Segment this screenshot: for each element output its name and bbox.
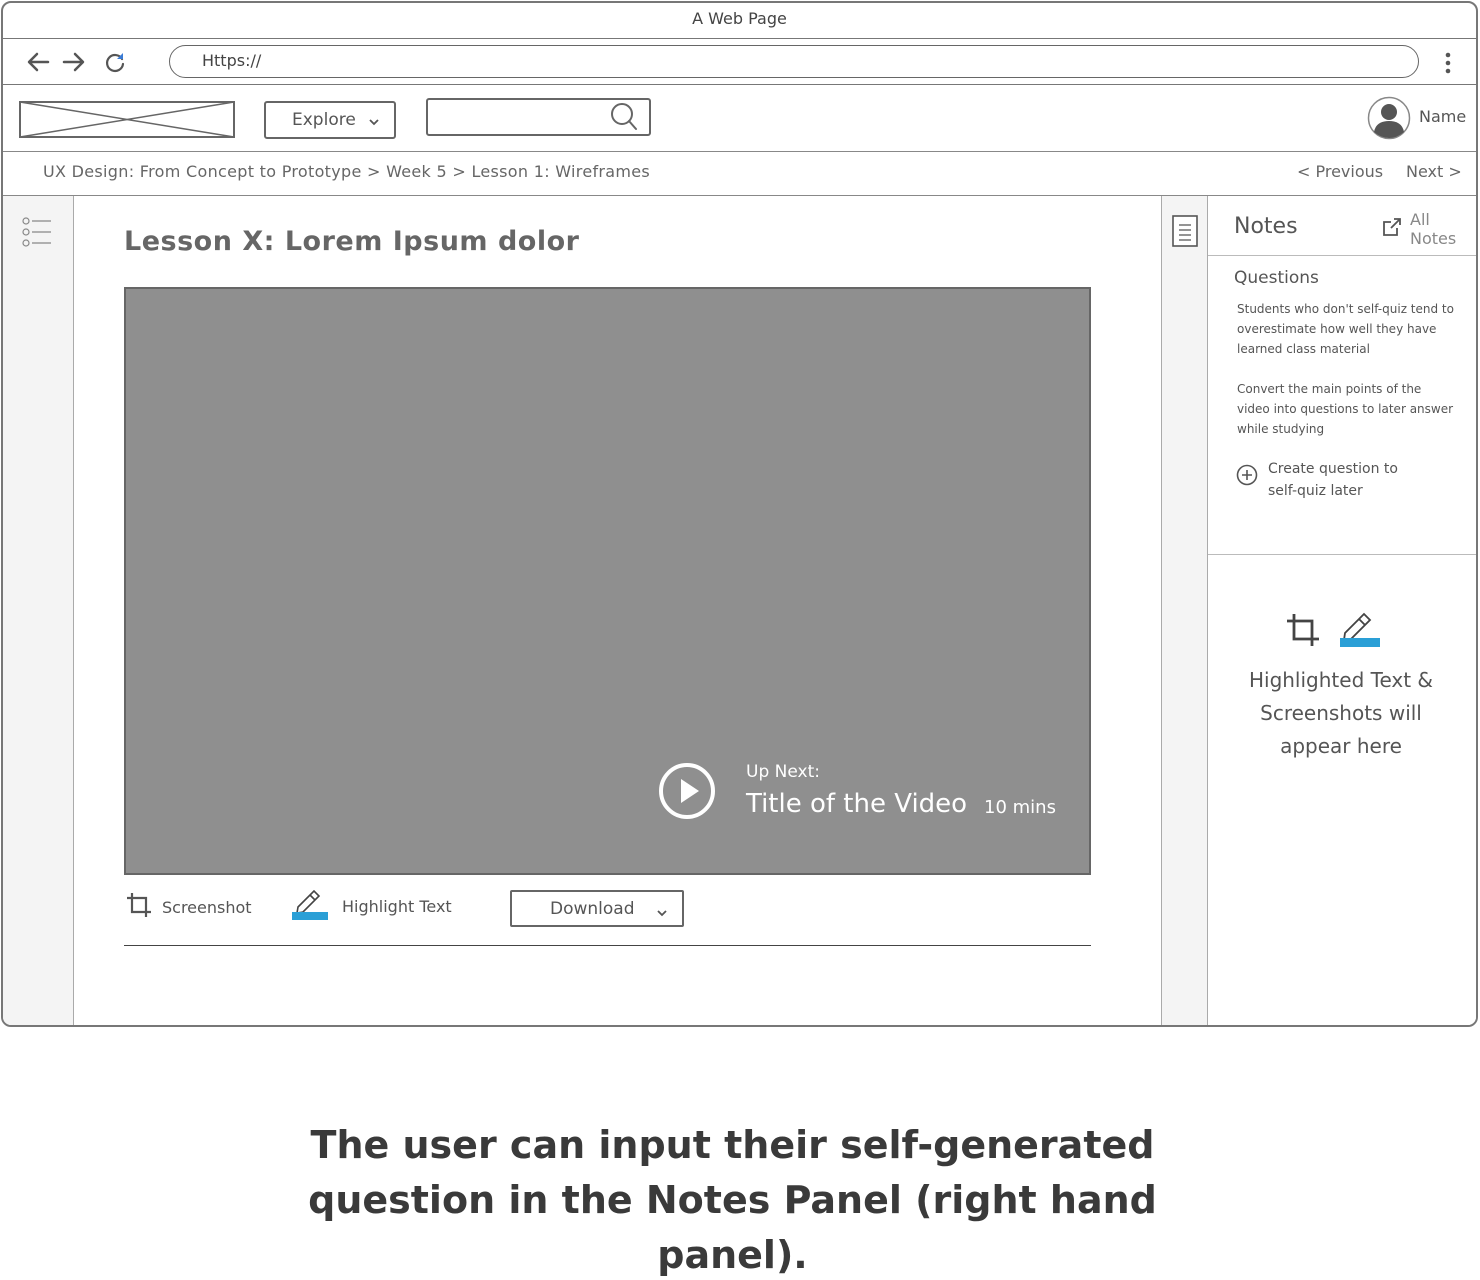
highlight-text-button[interactable]: Highlight Text: [292, 888, 452, 924]
video-toolbar: Screenshot Highlight Text Download: [124, 886, 1091, 946]
back-arrow-icon[interactable]: [25, 49, 51, 75]
forward-arrow-icon[interactable]: [61, 49, 87, 75]
breadcrumb[interactable]: UX Design: From Concept to Prototype > W…: [43, 162, 650, 181]
download-dropdown[interactable]: Download: [510, 890, 684, 927]
explore-label: Explore: [292, 110, 356, 130]
create-question-label: Create question to self-quiz later: [1268, 461, 1398, 499]
highlighter-icon: [1338, 611, 1380, 651]
search-icon[interactable]: [609, 102, 639, 136]
window-title: A Web Page: [3, 3, 1476, 39]
screenshot-label: Screenshot: [162, 897, 252, 917]
app-header: Explore Name: [3, 85, 1476, 152]
highlight-text-label: Highlight Text: [342, 896, 452, 916]
notes-panel: Notes All Notes Questions Students who d…: [1208, 196, 1476, 1025]
caption-text: The user can input their self-generated …: [308, 1123, 1157, 1277]
highlight-placeholder-icons: [1286, 611, 1380, 651]
questions-section: Questions Students who don't self-quiz t…: [1208, 256, 1476, 555]
address-bar: Https://: [3, 39, 1476, 85]
table-of-contents-icon[interactable]: [21, 216, 53, 252]
question-item[interactable]: Convert the main points of the video int…: [1237, 379, 1455, 439]
avatar[interactable]: [1367, 96, 1411, 140]
video-duration: 10 mins: [984, 797, 1056, 818]
external-link-icon: [1382, 217, 1402, 241]
screenshot-button[interactable]: Screenshot: [126, 892, 252, 922]
main-content: Lesson X: Lorem Ipsum dolor Up Next: Tit…: [74, 196, 1161, 1025]
explore-dropdown[interactable]: Explore: [264, 101, 396, 139]
kebab-menu-icon[interactable]: [1438, 51, 1458, 75]
next-link[interactable]: Next >: [1406, 162, 1462, 181]
all-notes-link[interactable]: All Notes: [1382, 210, 1476, 248]
notes-header: Notes All Notes: [1208, 196, 1476, 256]
crop-icon: [1286, 613, 1320, 651]
breadcrumb-bar: UX Design: From Concept to Prototype > W…: [3, 152, 1476, 196]
previous-link[interactable]: < Previous: [1297, 162, 1383, 181]
create-question-button[interactable]: Create question to self-quiz later: [1236, 458, 1418, 502]
up-next-label: Up Next:: [746, 762, 820, 782]
logo-placeholder[interactable]: [19, 101, 235, 138]
play-icon[interactable]: [658, 762, 716, 820]
highlight-placeholder-message: Highlighted Text & Screenshots will appe…: [1248, 668, 1434, 758]
questions-title: Questions: [1234, 268, 1319, 288]
reload-icon[interactable]: [102, 49, 128, 75]
all-notes-label: All Notes: [1410, 210, 1457, 248]
notes-document-icon[interactable]: [1172, 215, 1198, 251]
user-name[interactable]: Name: [1419, 107, 1466, 126]
plus-circle-icon: [1236, 458, 1258, 493]
chevron-down-icon: [656, 903, 668, 923]
right-rail: [1161, 196, 1208, 1025]
crop-icon: [126, 892, 152, 922]
left-rail: [3, 196, 74, 1025]
download-label: Download: [550, 898, 635, 919]
highlighter-icon: [292, 888, 328, 924]
question-item[interactable]: Students who don't self-quiz tend to ove…: [1237, 299, 1455, 359]
video-player[interactable]: Up Next: Title of the Video 10 mins: [124, 287, 1091, 875]
lesson-title: Lesson X: Lorem Ipsum dolor: [124, 226, 580, 257]
browser-window: A Web Page Https:// Explore Name UX Desi…: [1, 1, 1478, 1027]
notes-title: Notes: [1234, 214, 1298, 239]
url-input[interactable]: Https://: [169, 45, 1419, 78]
next-video-title[interactable]: Title of the Video: [746, 789, 967, 819]
chevron-down-icon: [368, 112, 380, 132]
